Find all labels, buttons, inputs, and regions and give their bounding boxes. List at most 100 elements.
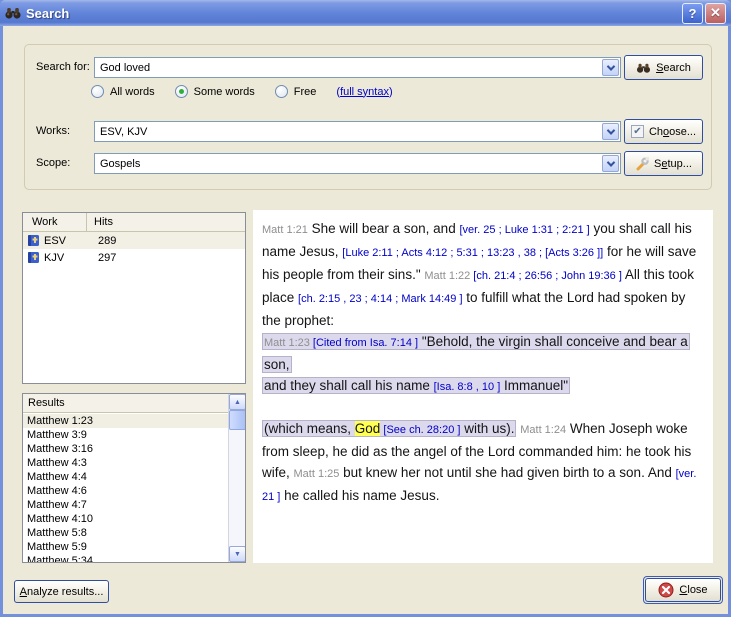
titlebar[interactable]: Search ? ✕ bbox=[0, 0, 731, 26]
results-scrollbar[interactable]: ▲ ▼ bbox=[228, 394, 245, 562]
search-button-label: Search bbox=[656, 62, 691, 74]
verse-text: and they shall call his name bbox=[264, 378, 434, 393]
setup-button-label: Setup... bbox=[654, 158, 692, 170]
dialog-body: Search for: God loved Search (full synta… bbox=[3, 26, 728, 614]
mode-radio-some-words[interactable]: Some words bbox=[175, 85, 255, 98]
work-name: KJV bbox=[44, 252, 91, 264]
search-button[interactable]: Search bbox=[624, 55, 703, 80]
column-hits[interactable]: Hits bbox=[87, 216, 113, 228]
passage-text: Matt 1:21 She will bear a son, and [ver.… bbox=[253, 210, 713, 563]
verse-text: he called his name Jesus. bbox=[280, 488, 439, 503]
checkmark-icon: ✔ bbox=[631, 125, 644, 138]
table-row[interactable]: KJV297 bbox=[23, 249, 245, 266]
window-title: Search bbox=[26, 6, 680, 21]
list-item[interactable]: Matthew 4:4 bbox=[23, 470, 228, 484]
scope-label: Scope: bbox=[36, 157, 70, 169]
results-header: Results bbox=[23, 394, 228, 413]
book-icon bbox=[27, 251, 40, 264]
hits-table-header[interactable]: Work Hits bbox=[23, 213, 245, 232]
cross-reference[interactable]: [ch. 21:4 ; 26:56 ; John 19:36 ] bbox=[470, 270, 622, 282]
radio-label: Some words bbox=[194, 86, 255, 98]
close-button[interactable]: Close bbox=[645, 578, 721, 602]
scope-dropdown-arrow[interactable] bbox=[602, 155, 619, 172]
radio-label: All words bbox=[110, 86, 155, 98]
hits-table: Work Hits ESV289KJV297 bbox=[22, 212, 246, 384]
chevron-down-icon bbox=[606, 126, 614, 134]
setup-button[interactable]: Setup... bbox=[624, 151, 703, 176]
selected-verse-highlight: Matt 1:23 [Cited from Isa. 7:14 ] "Behol… bbox=[262, 333, 690, 373]
list-item[interactable]: Matthew 1:23 bbox=[23, 414, 228, 428]
work-name: ESV bbox=[44, 235, 91, 247]
list-item[interactable]: Matthew 4:3 bbox=[23, 456, 228, 470]
scrollbar-thumb[interactable] bbox=[229, 410, 246, 430]
scope-select[interactable]: Gospels bbox=[94, 153, 621, 174]
scroll-up-button[interactable]: ▲ bbox=[229, 394, 246, 410]
list-item[interactable]: Matthew 3:16 bbox=[23, 442, 228, 456]
verse-label: Matt 1:23 bbox=[264, 337, 310, 349]
mode-radio-all-words[interactable]: All words bbox=[91, 85, 155, 98]
results-list: Matthew 1:23Matthew 3:9Matthew 3:16Matth… bbox=[23, 414, 228, 562]
radio-icon[interactable] bbox=[275, 85, 288, 98]
radio-icon[interactable] bbox=[175, 85, 188, 98]
radio-label: Free bbox=[294, 86, 317, 98]
close-button-label: Close bbox=[679, 584, 707, 596]
verse-text: (which means, bbox=[264, 421, 355, 436]
analyze-results-button[interactable]: Analyze results... bbox=[14, 580, 109, 603]
cross-reference[interactable]: [ch. 2:15 , 23 ; 4:14 ; Mark 14:49 ] bbox=[298, 293, 462, 305]
scroll-down-button[interactable]: ▼ bbox=[229, 546, 246, 562]
analyze-button-label: Analyze results... bbox=[20, 586, 104, 598]
verse-text: She will bear a son, and bbox=[308, 221, 460, 236]
cross-reference[interactable]: [Luke 2:11 ; Acts 4:12 ; 5:31 ; 13:23 , … bbox=[342, 247, 603, 259]
wrench-icon bbox=[635, 157, 649, 171]
search-for-label: Search for: bbox=[36, 61, 90, 73]
list-item[interactable]: Matthew 5:9 bbox=[23, 540, 228, 554]
verse-label: Matt 1:24 bbox=[520, 424, 566, 436]
verse-label: Matt 1:22 bbox=[424, 270, 470, 282]
binoculars-icon bbox=[636, 62, 651, 74]
mode-radios: (full syntax) All words Some words Free bbox=[91, 85, 393, 98]
cross-reference[interactable]: [Isa. 8:8 , 10 ] bbox=[434, 381, 501, 393]
column-work[interactable]: Work bbox=[23, 213, 87, 231]
choose-button[interactable]: ✔ Choose... bbox=[624, 119, 703, 144]
verse-text: Immanuel" bbox=[500, 378, 568, 393]
list-item[interactable]: Matthew 4:7 bbox=[23, 498, 228, 512]
mode-radio-free[interactable]: Free bbox=[275, 85, 317, 98]
verse-text: but knew her not until she had given bir… bbox=[339, 465, 675, 480]
verse-label: Matt 1:25 bbox=[294, 468, 340, 480]
scope-value: Gospels bbox=[100, 158, 140, 170]
search-input[interactable]: God loved bbox=[94, 57, 621, 78]
passage-segment: Matt 1:21 She will bear a son, and [ver.… bbox=[262, 221, 696, 328]
selected-verse-highlight: (which means, God [See ch. 28:20 ] with … bbox=[262, 420, 516, 437]
radio-icon[interactable] bbox=[91, 85, 104, 98]
choose-button-label: Choose... bbox=[649, 126, 696, 138]
passage-paragraph: (which means, God [See ch. 28:20 ] with … bbox=[262, 418, 704, 508]
search-dropdown-arrow[interactable] bbox=[602, 59, 619, 76]
list-item[interactable]: Matthew 5:34 bbox=[23, 554, 228, 562]
list-item[interactable]: Matthew 5:8 bbox=[23, 526, 228, 540]
works-dropdown-arrow[interactable] bbox=[602, 123, 619, 140]
cross-reference[interactable]: [See ch. 28:20 ] bbox=[380, 424, 460, 436]
works-select[interactable]: ESV, KJV bbox=[94, 121, 621, 142]
close-button-ring: Close bbox=[643, 576, 723, 604]
hit-count: 297 bbox=[91, 252, 116, 264]
works-value: ESV, KJV bbox=[100, 126, 147, 138]
list-item[interactable]: Matthew 4:6 bbox=[23, 484, 228, 498]
help-button[interactable]: ? bbox=[682, 3, 703, 24]
selected-verse-highlight: and they shall call his name [Isa. 8:8 ,… bbox=[262, 377, 570, 394]
full-syntax-link[interactable]: (full syntax) bbox=[336, 86, 392, 98]
titlebar-close-button[interactable]: ✕ bbox=[705, 3, 726, 24]
cross-reference[interactable]: [ver. 25 ; Luke 1:31 ; 2:21 ] bbox=[459, 224, 589, 236]
list-item[interactable]: Matthew 3:9 bbox=[23, 428, 228, 442]
binoculars-icon bbox=[5, 6, 21, 20]
table-row[interactable]: ESV289 bbox=[23, 232, 245, 249]
cross-reference[interactable]: [Cited from Isa. 7:14 ] bbox=[310, 337, 418, 349]
verse-label: Matt 1:21 bbox=[262, 224, 308, 236]
passage-paragraph: Matt 1:23 [Cited from Isa. 7:14 ] "Behol… bbox=[262, 331, 704, 375]
results-panel: Results Matthew 1:23Matthew 3:9Matthew 3… bbox=[22, 393, 246, 563]
list-item[interactable]: Matthew 4:10 bbox=[23, 512, 228, 526]
hits-rows: ESV289KJV297 bbox=[23, 232, 245, 266]
search-dialog: Search ? ✕ Search for: God loved Search … bbox=[0, 0, 731, 617]
passage-paragraph: Matt 1:21 She will bear a son, and [ver.… bbox=[262, 218, 704, 331]
chevron-down-icon bbox=[606, 62, 614, 70]
passage-paragraph: and they shall call his name [Isa. 8:8 ,… bbox=[262, 375, 704, 398]
